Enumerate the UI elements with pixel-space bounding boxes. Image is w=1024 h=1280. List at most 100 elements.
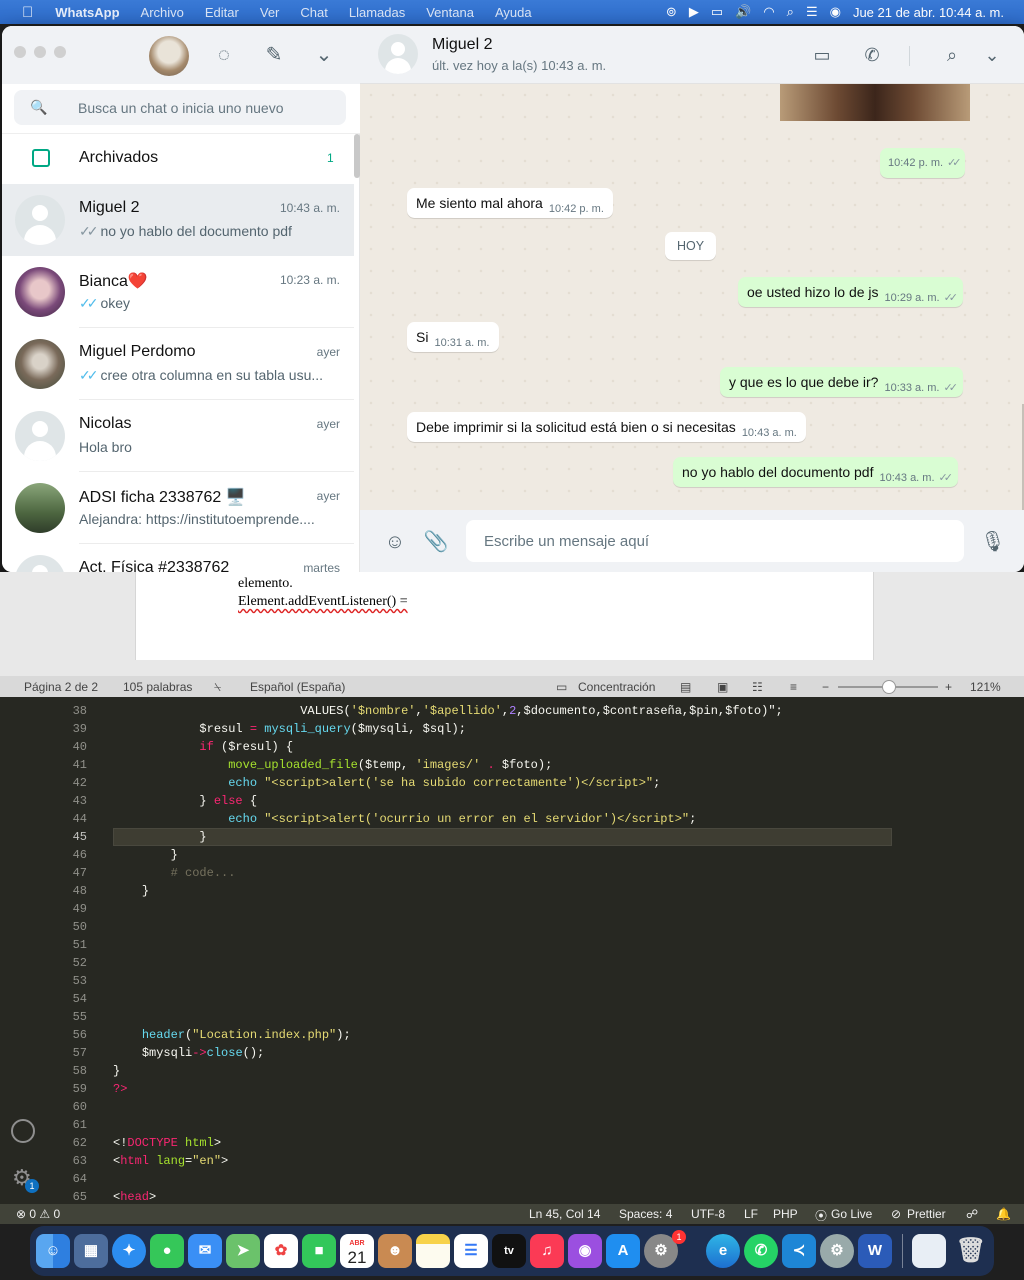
go-live-button[interactable]: Go Live xyxy=(831,1207,872,1221)
web-layout-icon[interactable]: ▣ xyxy=(717,680,728,694)
notifications-bell-icon[interactable]: 🔔 xyxy=(996,1207,1011,1221)
new-chat-icon[interactable]: ✎ xyxy=(262,43,286,67)
indentation[interactable]: Spaces: 4 xyxy=(619,1207,672,1221)
encoding[interactable]: UTF-8 xyxy=(691,1207,725,1221)
print-layout-icon[interactable]: ▤ xyxy=(680,680,691,694)
message-bubble-out[interactable]: y que es lo que debe ir? 10:33 a. m. ✓✓ xyxy=(720,367,963,397)
focus-icon[interactable]: ▭ xyxy=(556,680,567,694)
zoom-in-icon[interactable]: + xyxy=(945,680,952,694)
focus-mode[interactable]: Concentración xyxy=(578,680,655,694)
app-store-icon[interactable]: A xyxy=(606,1234,640,1268)
chat-item-adsi-ficha[interactable]: ADSI ficha 2338762 🖥️ ayer Alejandra: ht… xyxy=(2,472,354,544)
zoom-window-button[interactable] xyxy=(54,46,66,58)
launchpad-icon[interactable]: ▦ xyxy=(74,1234,108,1268)
emoji-icon[interactable]: ☺ xyxy=(382,529,408,555)
menu-llamadas[interactable]: Llamadas xyxy=(349,5,405,20)
app-menu[interactable]: WhatsApp xyxy=(55,5,119,20)
creative-cloud-icon[interactable]: ⊚ xyxy=(666,4,677,20)
contact-avatar[interactable] xyxy=(378,34,418,74)
photos-icon[interactable]: ✿ xyxy=(264,1234,298,1268)
chat-item-bianca[interactable]: Bianca❤️ 10:23 a. m. ✓✓ okey xyxy=(2,256,354,328)
finder-icon[interactable]: ☺ xyxy=(36,1234,70,1268)
zoom-level[interactable]: 121% xyxy=(970,680,1001,694)
message-input[interactable] xyxy=(466,520,964,562)
attach-icon[interactable]: 📎 xyxy=(423,529,449,555)
archived-row[interactable]: Archivados 1 xyxy=(2,134,354,184)
music-icon[interactable]: ♫ xyxy=(530,1234,564,1268)
account-icon[interactable] xyxy=(11,1119,35,1143)
control-center-icon[interactable]: ☰ xyxy=(806,4,818,20)
menu-editar[interactable]: Editar xyxy=(205,5,239,20)
draft-icon[interactable]: ≡ xyxy=(790,680,797,694)
battery-icon[interactable]: ▭ xyxy=(711,4,723,20)
proofing-icon[interactable]: ⍀ xyxy=(214,680,221,695)
code-area[interactable]: VALUES('$nombre','$apellido',2,$document… xyxy=(113,697,1024,1204)
outline-icon[interactable]: ☷ xyxy=(752,680,763,694)
conversation-header[interactable]: Miguel 2 últ. vez hoy a la(s) 10:43 a. m… xyxy=(360,26,1024,84)
downloads-stack-icon[interactable] xyxy=(912,1234,946,1268)
apple-menu-icon[interactable]:  xyxy=(22,4,33,21)
page-count[interactable]: Página 2 de 2 xyxy=(24,680,98,694)
problems-indicator[interactable]: ⊗ 0 ⚠ 0 xyxy=(16,1207,60,1221)
menu-chat[interactable]: Chat xyxy=(300,5,327,20)
apple-tv-icon[interactable]: tv xyxy=(492,1234,526,1268)
wifi-icon[interactable]: ◠ xyxy=(763,4,774,20)
menubar-clock[interactable]: Jue 21 de abr. 10:44 a. m. xyxy=(853,5,1004,20)
search-icon[interactable]: ⌕ xyxy=(940,43,964,67)
spotlight-icon[interactable]: ⌕ xyxy=(787,4,794,20)
phone-call-icon[interactable]: ✆ xyxy=(860,43,884,67)
reminders-icon[interactable]: ☰ xyxy=(454,1234,488,1268)
chevron-down-icon[interactable]: ⌄ xyxy=(312,43,336,67)
prettier-button[interactable]: Prettier xyxy=(907,1207,946,1221)
play-icon[interactable]: ▶ xyxy=(689,4,699,20)
zoom-out-icon[interactable]: − xyxy=(822,680,829,694)
message-bubble-in[interactable]: Si 10:31 a. m. xyxy=(407,322,499,352)
safari-icon[interactable]: ✦ xyxy=(112,1234,146,1268)
line-ending[interactable]: LF xyxy=(744,1207,758,1221)
vscode-icon[interactable]: ≺ xyxy=(782,1234,816,1268)
video-call-icon[interactable]: ▭ xyxy=(810,43,834,67)
status-icon[interactable]: ◌ xyxy=(212,43,236,67)
search-input[interactable] xyxy=(78,90,338,125)
word-page[interactable]: elemento. Element.addEventListener() = xyxy=(135,572,874,660)
edge-icon[interactable]: e xyxy=(706,1234,740,1268)
language-mode[interactable]: PHP xyxy=(773,1207,798,1221)
disk-utility-icon[interactable]: ⚙ xyxy=(820,1234,854,1268)
chevron-down-icon[interactable]: ⌄ xyxy=(980,43,1004,67)
contact-name[interactable]: Miguel 2 xyxy=(432,36,492,54)
menu-ver[interactable]: Ver xyxy=(260,5,280,20)
cursor-position[interactable]: Ln 45, Col 14 xyxy=(529,1207,600,1221)
notes-icon[interactable] xyxy=(416,1234,450,1268)
messages-icon[interactable]: ● xyxy=(150,1234,184,1268)
image-message[interactable] xyxy=(780,84,970,121)
language[interactable]: Español (España) xyxy=(250,680,345,694)
message-bubble-in[interactable]: Me siento mal ahora 10:42 p. m. xyxy=(407,188,613,218)
volume-icon[interactable]: 🔊 xyxy=(735,4,751,20)
feedback-icon[interactable]: ☍ xyxy=(966,1207,978,1221)
message-bubble-out[interactable]: no yo hablo del documento pdf 10:43 a. m.… xyxy=(673,457,958,487)
chat-item-nicolas[interactable]: Nicolas ayer Hola bro xyxy=(2,400,354,472)
profile-avatar[interactable] xyxy=(149,36,189,76)
word-icon[interactable]: W xyxy=(858,1234,892,1268)
message-bubble-out[interactable]: oe usted hizo lo de js 10:29 a. m. ✓✓ xyxy=(738,277,964,307)
minimize-window-button[interactable] xyxy=(34,46,46,58)
siri-icon[interactable]: ◉ xyxy=(830,4,841,20)
mail-icon[interactable]: ✉ xyxy=(188,1234,222,1268)
maps-icon[interactable]: ➤ xyxy=(226,1234,260,1268)
chat-item-act-fisica[interactable]: Act. Física #2338762 martes xyxy=(2,544,354,572)
facetime-icon[interactable]: ■ xyxy=(302,1234,336,1268)
calendar-icon[interactable]: ABR 21 xyxy=(340,1234,374,1268)
message-bubble-out[interactable]: 10:42 p. m. ✓✓ xyxy=(880,148,966,178)
contacts-icon[interactable]: ☻ xyxy=(378,1234,412,1268)
podcasts-icon[interactable]: ◉ xyxy=(568,1234,602,1268)
zoom-slider-knob[interactable] xyxy=(882,680,896,694)
microphone-icon[interactable]: 🎙 xyxy=(980,529,1006,555)
close-window-button[interactable] xyxy=(14,46,26,58)
whatsapp-icon[interactable]: ✆ xyxy=(744,1234,778,1268)
chat-item-miguel-2[interactable]: Miguel 2 10:43 a. m. ✓✓ no yo hablo del d… xyxy=(2,184,354,256)
message-bubble-in[interactable]: Debe imprimir si la solicitud está bien … xyxy=(407,412,806,442)
word-count[interactable]: 105 palabras xyxy=(123,680,192,694)
menu-archivo[interactable]: Archivo xyxy=(141,5,184,20)
menu-ayuda[interactable]: Ayuda xyxy=(495,5,532,20)
trash-icon[interactable]: 🗑 xyxy=(954,1234,988,1268)
